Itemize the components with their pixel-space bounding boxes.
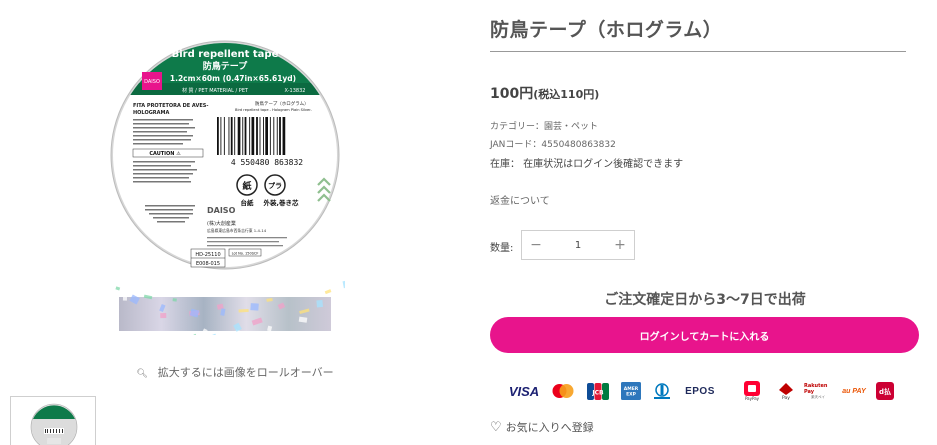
magnifier-icon: 🔍︎: [136, 369, 148, 379]
quantity-decrement-button[interactable]: −: [522, 237, 550, 253]
add-to-favorites-button[interactable]: ♡ お気に入りへ登録: [490, 419, 594, 435]
recycle-paper-mark: 紙: [242, 180, 251, 192]
package-caution: CAUTION ⚠: [149, 151, 181, 157]
product-gallery: Bird repellent tape 防鳥テープ DAISO 1.2cm×60…: [0, 0, 470, 445]
svg-text:EXP: EXP: [626, 392, 637, 398]
rakuten-pay-app-icon: Rakuten Pay 楽天ペイ: [804, 382, 828, 399]
package-code: X-13832: [285, 88, 306, 94]
svg-text:AMER: AMER: [624, 386, 639, 392]
barcode-number: 4 550480 863832: [231, 158, 303, 167]
product-jan-code: JANコード：4550480863832: [490, 140, 616, 150]
svg-text:JCB: JCB: [591, 389, 604, 396]
lot-number-1: HD-25110: [195, 252, 220, 258]
package-address: 広島県東広島市西条吉行東 1-4-14: [207, 228, 267, 233]
epos-icon: EPOS: [685, 385, 715, 397]
mastercard-icon: [550, 380, 576, 402]
product-info: 防鳥テープ（ホログラム） 100円(税込110円) カテゴリー：園芸・ペット J…: [490, 0, 920, 445]
zoom-hint: 🔍︎ 拡大するには画像をロールオーバー: [0, 364, 470, 380]
paypay-icon: PayPay: [740, 380, 764, 402]
rakuten-pay-icon: Pay: [774, 380, 798, 402]
product-title: 防鳥テープ（ホログラム）: [490, 19, 723, 41]
package-left-text-2: HOLOGRAMA: [133, 110, 169, 116]
lot-number-2: E008-015: [196, 261, 220, 267]
package-maker: (株)大創産業: [207, 220, 236, 227]
package-brand: DAISO: [207, 206, 236, 215]
zoom-hint-text: 拡大するには画像をロールオーバー: [157, 366, 334, 379]
package-right-text-1: 防鳥テープ（ホログラム）: [255, 100, 309, 107]
daiso-logo-text: DAISO: [144, 79, 160, 85]
stock-status: 在庫： 在庫状況はログイン後確認できます: [490, 159, 684, 170]
refund-link[interactable]: 返金について: [490, 192, 550, 207]
heart-icon: ♡: [490, 419, 502, 435]
recycle-plastic-mark: プラ: [268, 181, 282, 190]
lot-number-3: Lot No. 150SCF: [232, 252, 259, 256]
recycle-label-plastic: 外装,巻き芯: [264, 198, 299, 207]
package-left-text-1: FITA PROTETORA DE AVES-: [133, 103, 208, 109]
quantity-stepper: − 1 +: [521, 230, 635, 260]
product-price: 100円(税込110円): [490, 83, 599, 103]
product-image[interactable]: Bird repellent tape 防鳥テープ DAISO 1.2cm×60…: [105, 35, 345, 335]
product-category: カテゴリー：園芸・ペット: [490, 122, 599, 132]
quantity-label: 数量:: [490, 243, 514, 254]
package-band-title-jp: 防鳥テープ: [203, 60, 248, 72]
delivery-estimate: ご注文確定日から3〜7日で出荷: [604, 292, 806, 308]
package-right-text-2: Bird repellent tape - Hologram Plain Sil…: [235, 108, 312, 112]
package-material: 材 質 / PET MATERIAL / PET: [182, 87, 249, 94]
d-barai-icon: d払: [874, 380, 896, 402]
quantity-input[interactable]: 1: [550, 240, 606, 251]
au-pay-icon: au PAY: [842, 387, 866, 395]
favorite-label: お気に入りへ登録: [505, 421, 594, 434]
title-divider: [490, 51, 906, 52]
add-to-cart-button[interactable]: ログインしてカートに入れる: [490, 317, 919, 353]
jcb-icon: JCB: [586, 380, 610, 402]
thumbnail-image: [30, 403, 78, 445]
package-size: 1.2cm×60m (0.47in×65.61yd): [170, 74, 296, 83]
diners-club-icon: [651, 380, 673, 402]
visa-icon: VISA: [508, 383, 540, 399]
price-value: 100円: [490, 86, 534, 102]
product-thumbnail[interactable]: [10, 396, 96, 445]
payment-methods: VISA JCB AMER EXP EPOS PayPay Pay Rakuten…: [508, 380, 908, 404]
quantity-increment-button[interactable]: +: [606, 237, 634, 253]
recycle-label-paper: 台紙: [241, 198, 255, 207]
hologram-tape-strip: [119, 297, 331, 331]
american-express-icon: AMER EXP: [620, 380, 642, 402]
package-band-title: Bird repellent tape: [172, 49, 279, 60]
svg-text:d払: d払: [879, 387, 891, 396]
price-tax: (税込110円): [533, 88, 600, 101]
